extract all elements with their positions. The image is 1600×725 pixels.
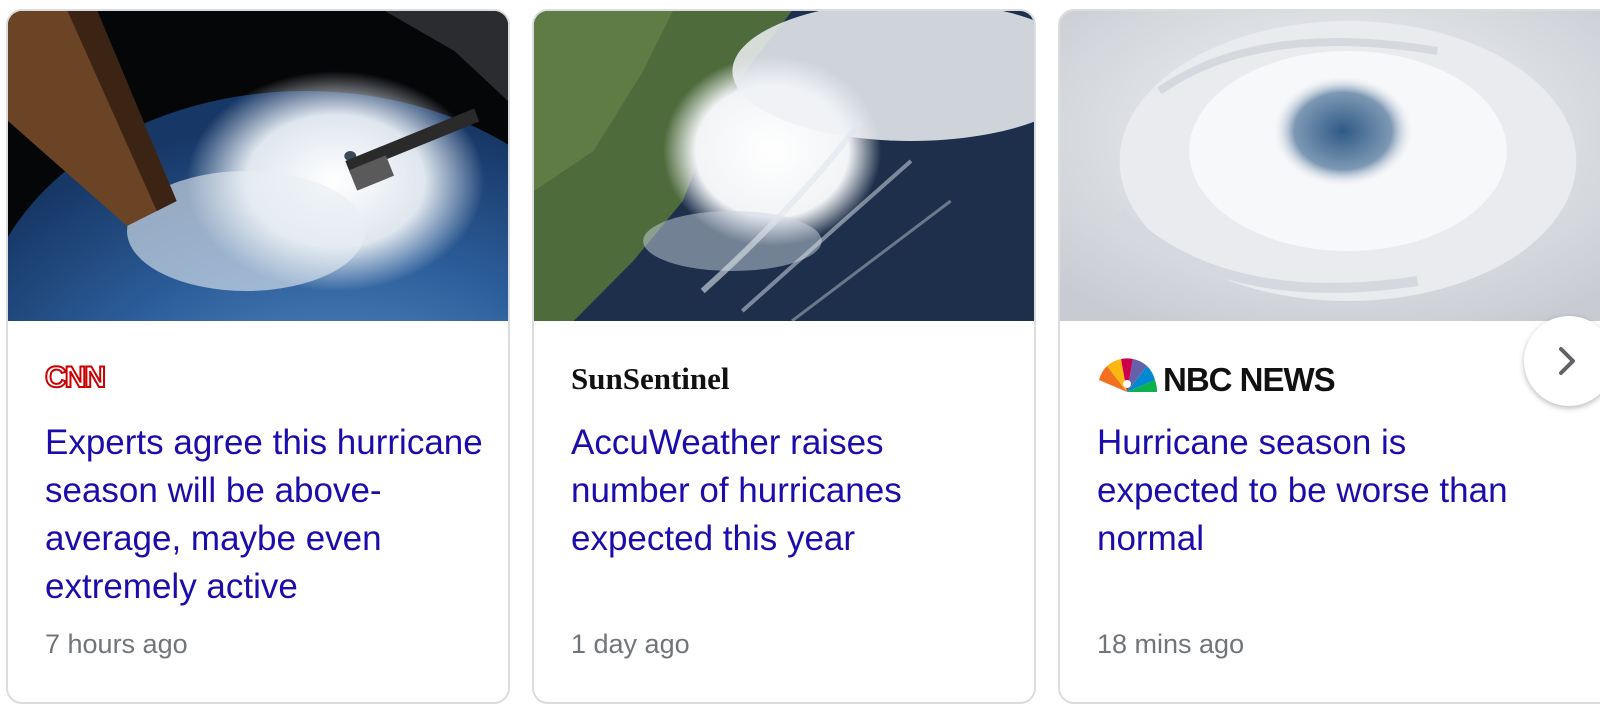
news-card[interactable]: NBC NEWS Hurricane season is expected to… bbox=[1058, 9, 1600, 704]
news-thumbnail[interactable] bbox=[534, 11, 1034, 321]
news-card[interactable]: CNN Experts agree this hurricane season … bbox=[6, 9, 510, 704]
news-card[interactable]: SunSentinel AccuWeather raises number of… bbox=[532, 9, 1036, 704]
svg-text:NBC NEWS: NBC NEWS bbox=[1163, 361, 1335, 398]
svg-text:SunSentinel: SunSentinel bbox=[571, 361, 730, 396]
chevron-right-icon bbox=[1559, 347, 1575, 375]
cnn-logo: CNN bbox=[45, 358, 115, 398]
news-timestamp: 18 mins ago bbox=[1097, 629, 1245, 659]
news-timestamp: 1 day ago bbox=[571, 629, 690, 659]
news-timestamp: 7 hours ago bbox=[45, 629, 188, 659]
sunsentinel-logo: SunSentinel bbox=[571, 358, 781, 398]
svg-text:CNN: CNN bbox=[45, 361, 104, 394]
news-headline[interactable]: Experts agree this hurricane season will… bbox=[45, 419, 485, 611]
news-thumbnail[interactable] bbox=[1060, 11, 1600, 321]
news-headline[interactable]: AccuWeather raises number of hurricanes … bbox=[571, 419, 1011, 563]
news-headline[interactable]: Hurricane season is expected to be worse… bbox=[1097, 419, 1537, 563]
nbc-news-logo: NBC NEWS bbox=[1097, 358, 1367, 398]
news-thumbnail[interactable] bbox=[8, 11, 508, 321]
news-carousel: CNN Experts agree this hurricane season … bbox=[0, 0, 1600, 725]
